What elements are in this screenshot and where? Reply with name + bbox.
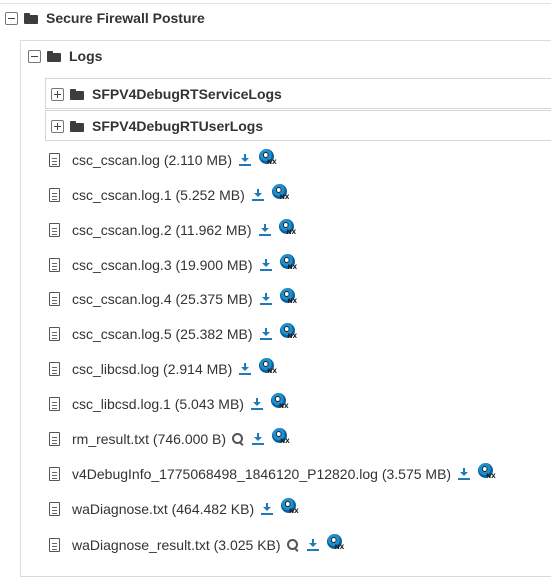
file-label[interactable]: waDiagnose_result.txt (3.025 KB) <box>72 537 281 553</box>
folder-icon <box>24 12 38 24</box>
document-icon <box>49 292 60 306</box>
file-row: rm_result.txt (746.000 B) NX <box>49 428 290 448</box>
file-label[interactable]: csc_cscan.log.5 (25.382 MB) <box>72 326 253 342</box>
download-icon[interactable] <box>306 538 319 552</box>
file-row: csc_cscan.log.4 (25.375 MB) NX <box>49 288 298 308</box>
file-label[interactable]: waDiagnose.txt (464.482 KB) <box>72 501 254 517</box>
search-icon[interactable] <box>232 432 245 446</box>
nx-viewer-icon[interactable]: NX <box>478 463 496 481</box>
nx-viewer-icon[interactable]: NX <box>259 358 277 376</box>
file-row: csc_libcsd.log (2.914 MB) NX <box>49 358 277 378</box>
nx-viewer-icon[interactable]: NX <box>271 184 290 202</box>
top-divider <box>0 3 551 4</box>
nx-viewer-icon[interactable]: NX <box>279 288 298 306</box>
nx-viewer-icon[interactable]: NX <box>326 534 345 552</box>
root-folder-label[interactable]: Secure Firewall Posture <box>46 10 205 26</box>
download-icon[interactable] <box>458 467 471 481</box>
document-icon <box>49 223 60 237</box>
document-icon <box>49 397 60 411</box>
bottom-divider <box>20 576 551 577</box>
file-row: waDiagnose.txt (464.482 KB) NX <box>49 498 299 518</box>
document-icon <box>49 432 60 446</box>
download-icon[interactable] <box>258 223 271 237</box>
nx-viewer-icon[interactable]: NX <box>270 393 289 411</box>
expand-toggle-icon[interactable] <box>51 87 64 101</box>
file-row: csc_cscan.log.3 (19.900 MB) NX <box>49 254 298 274</box>
folder-icon <box>70 88 84 100</box>
file-label[interactable]: csc_libcsd.log.1 (5.043 MB) <box>72 396 244 412</box>
download-icon[interactable] <box>261 502 274 516</box>
file-row: csc_libcsd.log.1 (5.043 MB) NX <box>49 393 289 413</box>
subfolder-label[interactable]: SFPV4DebugRTUserLogs <box>92 118 263 134</box>
folder-icon <box>70 120 84 132</box>
nx-viewer-icon[interactable]: NX <box>259 149 277 167</box>
collapse-toggle-icon[interactable] <box>28 49 41 63</box>
document-icon <box>49 538 60 552</box>
file-row: csc_cscan.log (2.110 MB) NX <box>49 149 277 169</box>
download-icon[interactable] <box>259 327 272 341</box>
tree-node-root[interactable]: Secure Firewall Posture <box>5 10 205 26</box>
download-icon[interactable] <box>259 292 272 306</box>
download-icon[interactable] <box>251 188 264 202</box>
search-icon[interactable] <box>286 538 300 552</box>
document-icon <box>49 153 60 167</box>
folder-icon <box>47 50 61 62</box>
nx-viewer-icon[interactable]: NX <box>281 498 299 516</box>
nx-viewer-icon[interactable]: NX <box>278 219 297 237</box>
document-icon <box>49 327 60 341</box>
logs-folder-label[interactable]: Logs <box>69 48 102 64</box>
document-icon <box>49 188 60 202</box>
file-row: v4DebugInfo_1775068498_1846120_P12820.lo… <box>49 463 496 483</box>
file-label[interactable]: csc_cscan.log.2 (11.962 MB) <box>72 222 252 238</box>
download-icon[interactable] <box>250 397 263 411</box>
nx-viewer-icon[interactable]: NX <box>279 254 298 272</box>
file-label[interactable]: csc_libcsd.log (2.914 MB) <box>72 361 232 377</box>
nx-viewer-icon[interactable]: NX <box>279 323 298 341</box>
document-icon <box>49 258 60 272</box>
document-icon <box>49 502 60 516</box>
file-row: csc_cscan.log.1 (5.252 MB) NX <box>49 184 290 204</box>
download-icon[interactable] <box>252 432 265 446</box>
file-label[interactable]: csc_cscan.log.4 (25.375 MB) <box>72 291 253 307</box>
download-icon[interactable] <box>239 153 252 167</box>
file-label[interactable]: csc_cscan.log (2.110 MB) <box>72 152 232 168</box>
file-row: csc_cscan.log.2 (11.962 MB) NX <box>49 219 297 239</box>
file-label[interactable]: csc_cscan.log.3 (19.900 MB) <box>72 257 253 273</box>
file-row: csc_cscan.log.5 (25.382 MB) NX <box>49 323 298 343</box>
subfolder-label[interactable]: SFPV4DebugRTServiceLogs <box>92 86 282 102</box>
download-icon[interactable] <box>259 258 272 272</box>
tree-node-service-logs[interactable]: SFPV4DebugRTServiceLogs <box>51 86 282 102</box>
download-icon[interactable] <box>239 362 252 376</box>
file-label[interactable]: v4DebugInfo_1775068498_1846120_P12820.lo… <box>72 466 451 482</box>
tree-node-user-logs[interactable]: SFPV4DebugRTUserLogs <box>51 118 263 134</box>
document-icon <box>49 362 60 376</box>
nx-viewer-icon[interactable]: NX <box>272 428 290 446</box>
file-row: waDiagnose_result.txt (3.025 KB) NX <box>49 534 345 554</box>
file-label[interactable]: rm_result.txt (746.000 B) <box>72 431 226 447</box>
tree-node-logs[interactable]: Logs <box>28 48 102 64</box>
expand-toggle-icon[interactable] <box>51 119 64 133</box>
file-label[interactable]: csc_cscan.log.1 (5.252 MB) <box>72 187 245 203</box>
document-icon <box>49 467 60 481</box>
collapse-toggle-icon[interactable] <box>5 11 18 25</box>
